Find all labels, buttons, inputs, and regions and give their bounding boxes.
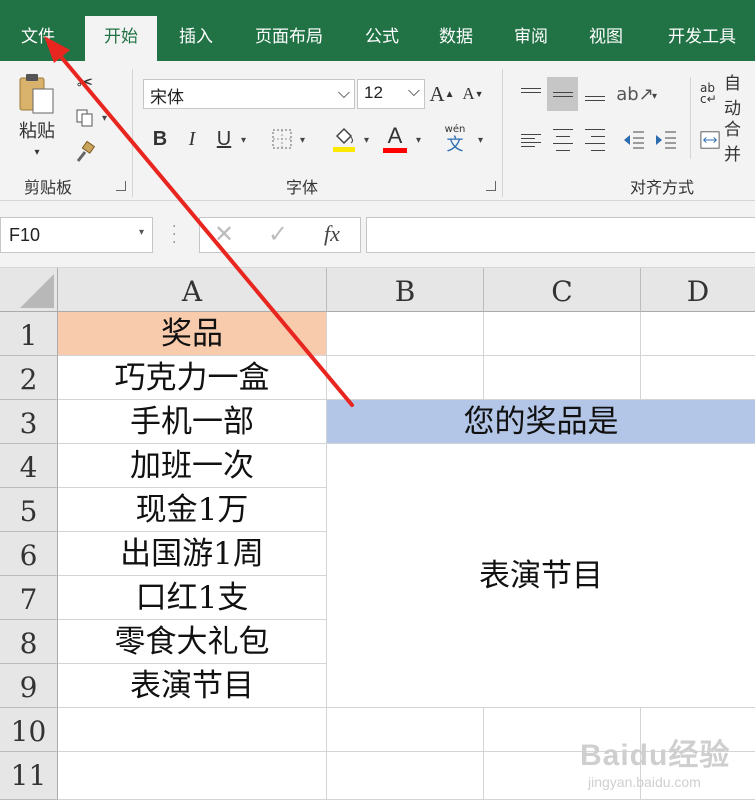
watermark-brand: Baidu经验 xyxy=(580,739,731,772)
baidu-watermark: Baidu经验 jingyan.baidu.com xyxy=(580,730,750,798)
red-arrow-annotation xyxy=(44,36,354,407)
watermark-url: jingyan.baidu.com xyxy=(588,774,701,790)
